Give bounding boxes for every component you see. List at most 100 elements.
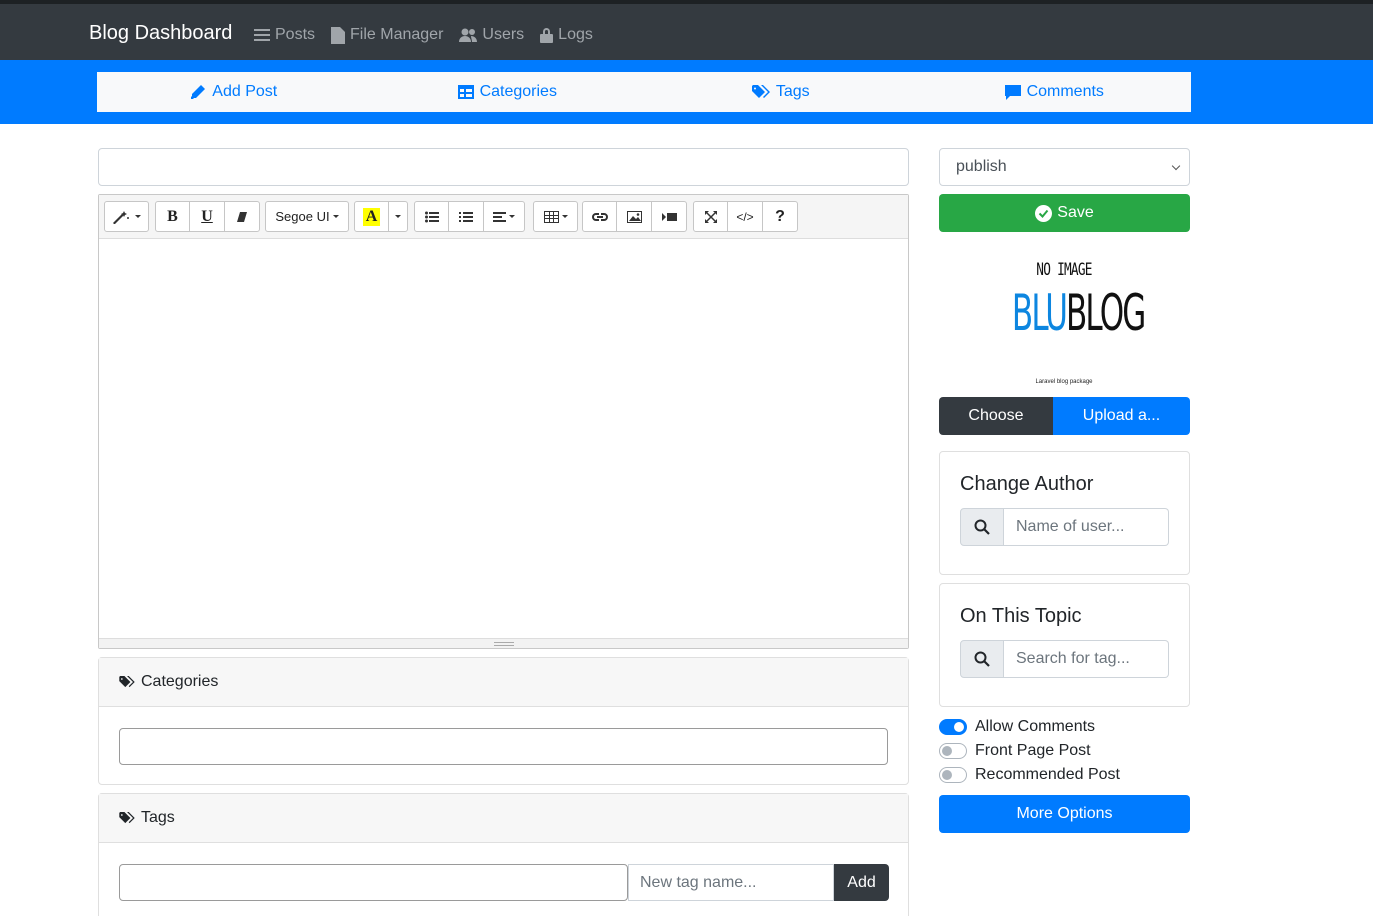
bullet-list-icon: [424, 211, 439, 222]
categories-card-title: Categories: [141, 673, 219, 690]
editor-resize-bar[interactable]: [99, 638, 908, 648]
paragraph-group: [414, 201, 525, 232]
front-page-row: Front Page Post: [939, 742, 1091, 760]
allow-comments-label: Allow Comments: [975, 718, 1096, 735]
allow-comments-toggle[interactable]: [939, 719, 967, 735]
table-grid-icon: [543, 210, 559, 223]
resize-grip-icon: [494, 642, 514, 646]
tags-icon: [751, 85, 770, 98]
categories-card: Categories: [98, 657, 909, 785]
logo-blu: BLU: [1011, 284, 1068, 342]
view-group: </> ?: [693, 201, 798, 232]
save-button[interactable]: Save: [939, 194, 1190, 232]
more-options-button[interactable]: More Options: [939, 795, 1190, 833]
insert-link-button[interactable]: [583, 202, 617, 231]
categories-card-header: Categories: [99, 658, 908, 707]
tags-card-title: Tags: [141, 809, 175, 826]
help-button[interactable]: ?: [763, 202, 797, 231]
post-actions-nav: Add Post Categories Tags Comments: [97, 72, 1191, 112]
post-title-input[interactable]: [98, 148, 909, 186]
insert-table-button[interactable]: [534, 202, 577, 231]
top-navbar: Blog Dashboard Posts File Manager Users …: [0, 0, 1373, 60]
insert-image-button[interactable]: [617, 202, 652, 231]
nav-logs-label: Logs: [558, 26, 593, 43]
insert-group: [582, 201, 687, 232]
tags-card: Tags New tag name... Add: [98, 793, 909, 916]
upload-image-button[interactable]: Upload a...: [1053, 397, 1190, 435]
categories-select-input[interactable]: [119, 728, 888, 765]
save-button-label: Save: [1057, 204, 1094, 221]
font-family-value: Segoe UI: [275, 209, 330, 224]
logo-tagline: Laravel blog package: [1035, 379, 1093, 385]
editor-toolbar: B U Segoe UI A </> ?: [99, 195, 908, 239]
recommended-toggle[interactable]: [939, 767, 967, 783]
unordered-list-button[interactable]: [415, 202, 449, 231]
text-color-button[interactable]: A: [355, 202, 389, 231]
front-page-toggle[interactable]: [939, 743, 967, 759]
post-status-value: publish: [956, 158, 1007, 175]
color-dropdown-button[interactable]: [389, 202, 407, 231]
editor-content-area[interactable]: [99, 239, 908, 639]
subnav-comments-label: Comments: [1026, 83, 1104, 100]
nav-file-manager[interactable]: File Manager: [331, 26, 443, 44]
picture-icon: [626, 210, 642, 223]
comment-icon: [1004, 84, 1021, 100]
underline-button[interactable]: U: [190, 202, 225, 231]
post-status-select[interactable]: publish: [939, 148, 1190, 186]
align-dropdown-button[interactable]: [484, 202, 524, 231]
subnav-comments[interactable]: Comments: [918, 72, 1192, 112]
clear-format-button[interactable]: [225, 202, 259, 231]
nav-file-manager-label: File Manager: [350, 26, 444, 43]
search-icon: [974, 651, 990, 667]
no-image-text: NO IMAGE: [1036, 260, 1092, 280]
front-page-label: Front Page Post: [975, 742, 1091, 759]
users-icon: [459, 28, 478, 42]
code-view-button[interactable]: </>: [728, 202, 763, 231]
logo-blog: BLOG: [1066, 284, 1146, 342]
choose-image-button[interactable]: Choose: [939, 397, 1053, 435]
tags-card-header: Tags: [99, 794, 908, 843]
fullscreen-button[interactable]: [694, 202, 728, 231]
tags-select-input[interactable]: [119, 864, 628, 901]
sub-navbar: Add Post Categories Tags Comments: [0, 60, 1373, 124]
subnav-add-post[interactable]: Add Post: [97, 72, 371, 112]
check-circle-icon: [1035, 204, 1053, 222]
new-tag-input[interactable]: New tag name...: [628, 864, 834, 901]
blublog-logo: BLUBLOG: [1012, 288, 1146, 338]
brand-link[interactable]: Blog Dashboard: [89, 22, 232, 45]
add-tag-button[interactable]: Add: [834, 864, 889, 901]
insert-video-button[interactable]: [652, 202, 686, 231]
magic-style-button[interactable]: [105, 202, 148, 231]
eraser-icon: [237, 211, 247, 222]
subnav-tags-label: Tags: [775, 83, 810, 100]
author-search-addon: [960, 508, 1004, 546]
ordered-list-button[interactable]: [449, 202, 484, 231]
tags-icon: [119, 676, 135, 688]
list-icon: [254, 29, 270, 41]
subnav-categories[interactable]: Categories: [371, 72, 645, 112]
change-author-card: Change Author Name of user...: [939, 451, 1190, 575]
nav-users-label: Users: [482, 26, 525, 43]
file-icon: [331, 26, 346, 44]
author-search-input[interactable]: Name of user...: [1004, 508, 1169, 546]
nav-posts[interactable]: Posts: [254, 26, 315, 44]
topic-search-input[interactable]: Search for tag...: [1004, 640, 1169, 678]
color-group: A: [354, 201, 408, 232]
bold-button[interactable]: B: [156, 202, 190, 231]
topic-search-group: Search for tag...: [960, 640, 1169, 678]
rich-text-editor: B U Segoe UI A </> ?: [98, 194, 909, 649]
topic-search-addon: [960, 640, 1004, 678]
table-group: [533, 201, 578, 232]
allow-comments-row: Allow Comments: [939, 718, 1095, 736]
text-color-letter: A: [362, 207, 381, 226]
nav-users[interactable]: Users: [459, 26, 524, 44]
recommended-label: Recommended Post: [975, 766, 1120, 783]
nav-logs[interactable]: Logs: [540, 26, 593, 44]
font-family-dropdown[interactable]: Segoe UI: [266, 202, 348, 231]
on-this-topic-card: On This Topic Search for tag...: [939, 583, 1190, 707]
subnav-tags[interactable]: Tags: [644, 72, 918, 112]
format-group: B U: [155, 201, 260, 232]
style-group: [104, 201, 149, 232]
author-search-group: Name of user...: [960, 508, 1169, 546]
numbered-list-icon: [459, 211, 473, 222]
